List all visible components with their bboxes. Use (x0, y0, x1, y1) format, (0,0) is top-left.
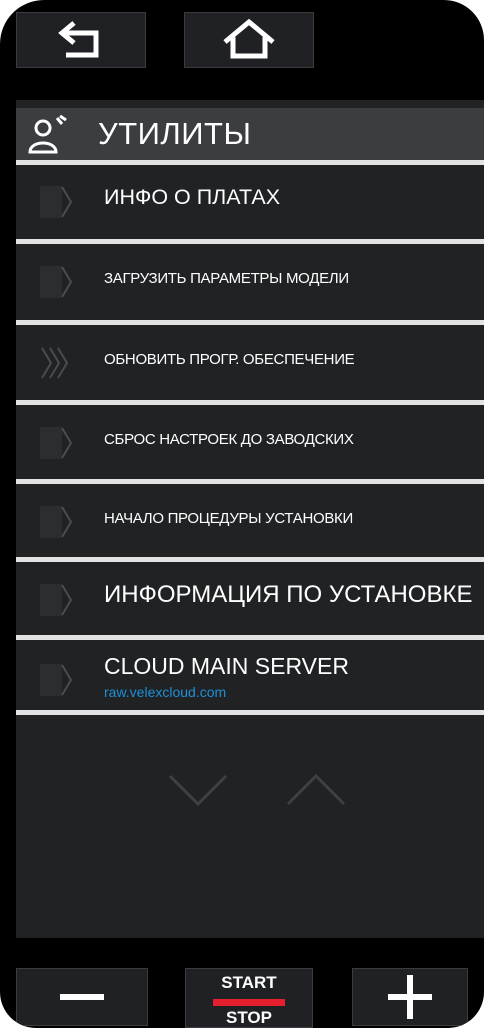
start-label: START (221, 973, 277, 992)
separator (16, 557, 484, 562)
chevron-right-icon (40, 584, 73, 616)
menu-item-label: ОБНОВИТЬ ПРОГР. ОБЕСПЕЧЕНИЕ (104, 351, 355, 368)
start-stop-button[interactable]: START STOP (185, 968, 313, 1028)
chevron-right-icon (40, 506, 73, 538)
menu-item-installation-info[interactable]: ИНФОРМАЦИЯ ПО УСТАНОВКЕ (16, 566, 484, 628)
minus-icon (60, 994, 104, 1000)
menu-item-label: СБРОС НАСТРОЕК ДО ЗАВОДСКИХ (104, 431, 354, 448)
plus-icon (388, 975, 432, 1019)
menu-item-cloud-server[interactable]: CLOUD MAIN SERVER raw.velexcloud.com (16, 644, 484, 708)
cloud-server-url: raw.velexcloud.com (104, 684, 227, 700)
home-icon (223, 18, 275, 59)
menu-item-update-software[interactable]: ОБНОВИТЬ ПРОГР. ОБЕСПЕЧЕНИЕ (16, 329, 484, 391)
cloud-server-title: CLOUD MAIN SERVER (104, 653, 349, 679)
menu-item-load-model-params[interactable]: ЗАГРУЗИТЬ ПАРАМЕТРЫ МОДЕЛИ (16, 248, 484, 310)
chevron-right-icon (40, 427, 73, 459)
separator (16, 479, 484, 484)
menu-item-factory-reset[interactable]: СБРОС НАСТРОЕК ДО ЗАВОДСКИХ (16, 409, 484, 471)
plus-button[interactable] (352, 968, 468, 1026)
separator (16, 635, 484, 640)
chevron-down-icon[interactable] (166, 770, 230, 810)
chevron-right-icon (40, 186, 73, 218)
separator (16, 400, 484, 405)
chevron-up-icon[interactable] (284, 770, 348, 810)
separator (16, 710, 484, 715)
menu-item-board-info[interactable]: ИНФО О ПЛАТАХ (16, 168, 484, 230)
separator (16, 239, 484, 244)
start-stop-indicator (213, 999, 285, 1006)
top-bar (16, 12, 468, 70)
chevron-right-icon (40, 664, 73, 696)
utilities-screen: УТИЛИТЫ ИНФО О ПЛАТАХ ЗАГРУЗИТЬ ПАРАМЕТР… (16, 100, 484, 938)
chevron-right-icon (40, 266, 73, 298)
utilities-person-wrench-icon (28, 114, 67, 154)
page-title: УТИЛИТЫ (98, 116, 252, 151)
stop-label: STOP (226, 1008, 272, 1027)
minus-button[interactable] (16, 968, 148, 1026)
bottom-bar: START STOP (16, 968, 468, 1028)
separator (16, 160, 484, 165)
triple-chevron-right-icon (41, 347, 69, 379)
menu-item-label: ИНФО О ПЛАТАХ (104, 185, 281, 209)
back-button[interactable] (16, 12, 146, 68)
back-arrow-icon (58, 21, 99, 58)
menu-item-label: ЗАГРУЗИТЬ ПАРАМЕТРЫ МОДЕЛИ (104, 270, 349, 287)
section-header: УТИЛИТЫ (16, 108, 484, 160)
pager (166, 762, 366, 822)
menu-item-label: ИНФОРМАЦИЯ ПО УСТАНОВКЕ (104, 581, 473, 608)
separator (16, 320, 484, 325)
device-frame: УТИЛИТЫ ИНФО О ПЛАТАХ ЗАГРУЗИТЬ ПАРАМЕТР… (0, 0, 484, 1028)
menu-item-start-installation[interactable]: НАЧАЛО ПРОЦЕДУРЫ УСТАНОВКИ (16, 488, 484, 550)
home-button[interactable] (184, 12, 314, 68)
menu-item-label: НАЧАЛО ПРОЦЕДУРЫ УСТАНОВКИ (104, 510, 353, 527)
